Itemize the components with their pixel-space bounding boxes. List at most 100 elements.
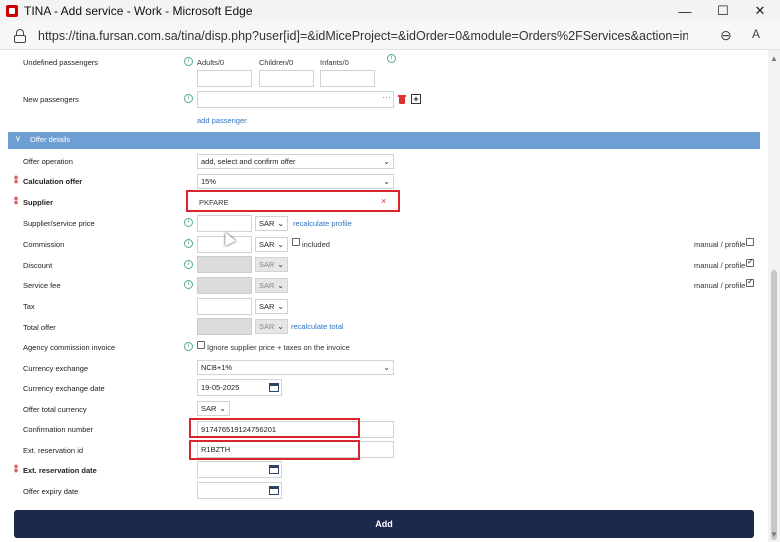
offer-operation-value: add, select and confirm offer [201, 157, 296, 166]
ignore-supplier-price-checkbox[interactable] [197, 341, 205, 349]
currency-value: SAR [201, 404, 217, 413]
url-field[interactable]: https://tina.fursan.com.sa/tina/disp.php… [38, 29, 688, 43]
date-value: 19-05-2025 [201, 383, 240, 392]
adults-input[interactable] [197, 70, 252, 87]
chevron-down-icon: ⌄ [277, 240, 284, 249]
address-bar: https://tina.fursan.com.sa/tina/disp.php… [0, 22, 780, 50]
recalculate-profile-link[interactable]: recalculate profile [293, 219, 352, 228]
zoom-icon[interactable]: ⊖ [720, 27, 732, 44]
adults-label: Adults/0 [197, 58, 225, 67]
currency-exchange-label: Currency exchange [23, 364, 89, 373]
section-title: Offer details [30, 135, 71, 144]
discount-currency: SAR ⌄ [255, 257, 288, 272]
info-icon[interactable]: i [184, 239, 193, 248]
chevron-down-icon: ⌄ [219, 404, 226, 413]
window-title: TINA - Add service - Work - Microsoft Ed… [24, 4, 253, 18]
currency-exchange-date-label: Currency exchange date [23, 384, 105, 393]
ext-reservation-id-label: Ext. reservation id [23, 446, 84, 455]
total-offer-label: Total offer [23, 323, 56, 332]
total-offer-input [197, 318, 252, 335]
currency-value: SAR [259, 322, 275, 331]
scroll-thumb[interactable] [771, 270, 777, 540]
new-passengers-label: New passengers [23, 95, 79, 104]
info-icon[interactable]: i [184, 57, 193, 66]
clear-icon[interactable]: × [381, 196, 386, 206]
more-icon[interactable]: ··· [382, 92, 391, 102]
info-icon[interactable]: i [184, 260, 193, 269]
commission-mode-label: manual / profile [694, 240, 746, 249]
scroll-down-icon[interactable]: ▼ [770, 530, 778, 539]
calendar-icon[interactable] [268, 381, 280, 393]
new-passengers-input[interactable] [197, 91, 394, 108]
read-aloud-icon[interactable]: A [752, 27, 760, 41]
tax-currency[interactable]: SAR ⌄ [255, 299, 288, 314]
calculation-offer-select[interactable]: 15% ⌄ [197, 174, 394, 189]
required-icon: ⁑ [14, 176, 18, 185]
info-icon[interactable]: i [184, 280, 193, 289]
info-icon[interactable]: i [387, 54, 396, 63]
recalculate-total-link[interactable]: recalculate total [291, 322, 344, 331]
ext-reservation-id-highlight [189, 440, 360, 460]
scroll-up-icon[interactable]: ▲ [770, 54, 778, 63]
supplier-price-input[interactable] [197, 215, 252, 232]
service-fee-mode-label: manual / profile [694, 281, 746, 290]
chevron-down-icon: ⌄ [277, 260, 284, 269]
close-button[interactable]: ✕ [737, 0, 780, 22]
service-fee-label: Service fee [23, 281, 61, 290]
info-icon[interactable]: i [184, 218, 193, 227]
lock-icon[interactable] [12, 28, 28, 44]
service-fee-currency: SAR ⌄ [255, 278, 288, 293]
offer-total-currency-select[interactable]: SAR ⌄ [197, 401, 230, 416]
included-checkbox[interactable] [292, 238, 300, 246]
service-fee-mode-checkbox[interactable] [746, 277, 754, 287]
service-fee-input [197, 277, 252, 294]
chevron-down-icon: ⌄ [277, 322, 284, 331]
calendar-icon[interactable] [268, 484, 280, 496]
supplier-price-label: Supplier/service price [23, 219, 95, 228]
total-offer-currency: SAR ⌄ [255, 319, 288, 334]
offer-expiry-date-label: Offer expiry date [23, 487, 79, 496]
supplier-price-currency[interactable]: SAR ⌄ [255, 216, 288, 231]
chevron-down-icon: ⌄ [383, 363, 390, 372]
currency-exchange-select[interactable]: NCB+1% ⌄ [197, 360, 394, 375]
add-passenger-link[interactable]: add passenger [197, 116, 247, 125]
discount-mode-checkbox[interactable] [746, 257, 754, 267]
add-icon[interactable]: + [411, 94, 421, 104]
scrollbar[interactable]: ▲ ▼ [768, 50, 780, 542]
info-icon[interactable]: i [184, 342, 193, 351]
ignore-supplier-price-label: Ignore supplier price + taxes on the inv… [207, 343, 350, 352]
currency-value: SAR [259, 260, 275, 269]
discount-label: Discount [23, 261, 53, 270]
offer-total-currency-label: Offer total currency [23, 405, 87, 414]
calendar-icon[interactable] [268, 463, 280, 475]
trash-icon[interactable] [398, 95, 406, 104]
offer-operation-label: Offer operation [23, 157, 73, 166]
window-titlebar: TINA - Add service - Work - Microsoft Ed… [0, 0, 780, 22]
add-button[interactable]: Add [14, 510, 754, 538]
children-input[interactable] [259, 70, 314, 87]
tax-input[interactable] [197, 298, 252, 315]
chevron-down-icon: ∨ [15, 134, 21, 143]
children-label: Children/0 [259, 58, 294, 67]
infants-input[interactable] [320, 70, 375, 87]
confirmation-number-highlight [189, 418, 360, 438]
confirmation-number-label: Confirmation number [23, 425, 94, 434]
calculation-offer-value: 15% [201, 177, 217, 186]
commission-mode-checkbox[interactable] [746, 238, 754, 246]
chevron-down-icon: ⌄ [277, 219, 284, 228]
offer-operation-select[interactable]: add, select and confirm offer ⌄ [197, 154, 394, 169]
supplier-value[interactable]: PKFARE [199, 198, 229, 207]
info-icon[interactable]: i [184, 94, 193, 103]
currency-value: SAR [259, 281, 275, 290]
required-icon: ⁑ [14, 197, 18, 206]
calculation-offer-label: Calculation offer [23, 177, 83, 186]
ext-reservation-date-label: Ext. reservation date [23, 466, 97, 475]
offer-details-header[interactable]: ∨ Offer details [8, 132, 760, 149]
required-icon: ⁑ [14, 465, 18, 474]
currency-value: SAR [259, 240, 275, 249]
chevron-down-icon: ⌄ [277, 302, 284, 311]
undefined-passengers-label: Undefined passengers [23, 58, 99, 67]
tax-label: Tax [23, 302, 35, 311]
commission-currency[interactable]: SAR ⌄ [255, 237, 288, 252]
infants-label: Infants/0 [320, 58, 349, 67]
